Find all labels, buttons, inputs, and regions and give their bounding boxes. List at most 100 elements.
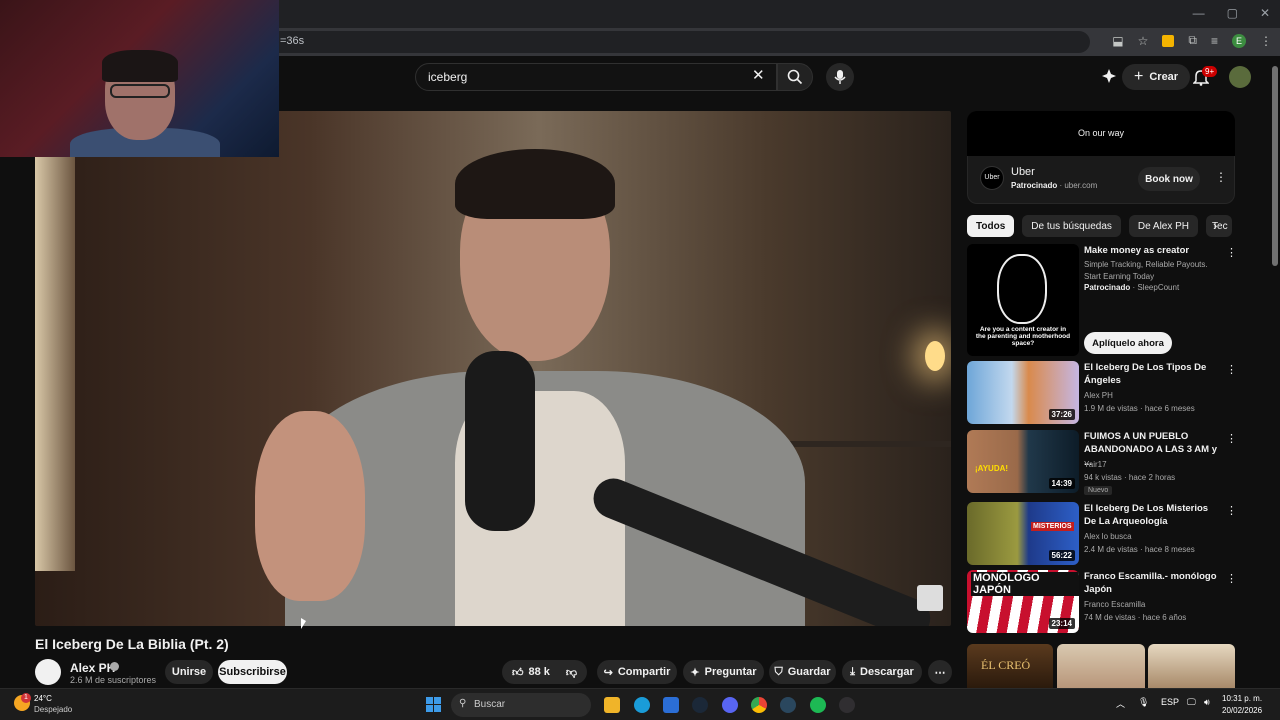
more-horizontal-icon: ⋯ [934, 666, 946, 679]
more-vert-icon[interactable]: ⋮ [1226, 504, 1237, 517]
new-badge: Nuevo [1084, 486, 1113, 495]
duration-badge: 23:14 [1048, 618, 1075, 629]
system-clock[interactable]: 10:31 p. m. 20/02/2026 [1222, 693, 1262, 717]
rec-channel[interactable]: Alex lo busca [1084, 532, 1132, 541]
webcam-hair [102, 50, 178, 82]
extensions-puzzle-icon[interactable]: ⧉ [1188, 33, 1197, 48]
discord-icon[interactable] [722, 697, 738, 713]
scrollbar-thumb[interactable] [1272, 66, 1278, 266]
weather-temperature[interactable]: 24°C [34, 694, 52, 703]
language-indicator[interactable]: ESP [1161, 697, 1179, 707]
tray-chevron-icon[interactable]: ︿ [1116, 697, 1125, 710]
video-player[interactable] [35, 111, 951, 626]
ad-more-icon[interactable]: ⋮ [1215, 170, 1227, 184]
store-icon[interactable] [663, 697, 679, 713]
account-avatar[interactable] [1229, 66, 1251, 88]
channel-avatar[interactable] [35, 659, 61, 685]
more-actions-button[interactable]: ⋯ [928, 660, 952, 684]
bookmark-star-icon[interactable]: ☆ [1138, 34, 1149, 48]
join-button[interactable]: Unirse [165, 660, 213, 684]
partial-recommendation-row[interactable]: ÉL CREÓ [967, 644, 1237, 688]
video-thumbnail[interactable]: 37:26 [967, 361, 1079, 424]
download-button[interactable]: ⤓ Descargar [842, 660, 922, 684]
more-vert-icon[interactable]: ⋮ [1226, 572, 1237, 585]
file-explorer-icon[interactable] [604, 697, 620, 713]
more-vert-icon[interactable]: ⋮ [1226, 363, 1237, 376]
browser-menu-icon[interactable]: ⋮ [1260, 34, 1272, 48]
list-item[interactable]: MISTERIOS 56:22 El Iceberg De Los Mister… [967, 502, 1237, 566]
edge-icon[interactable] [634, 697, 650, 713]
subscribe-button[interactable]: Subscribirse [218, 660, 287, 684]
rec-channel[interactable]: Yair17 [1084, 460, 1107, 469]
minimize-icon[interactable]: — [1193, 6, 1205, 20]
video-thumbnail[interactable] [1057, 644, 1145, 688]
microphone-tray-icon[interactable]: 🎙︎ [1138, 697, 1149, 708]
search-input[interactable]: iceberg [415, 63, 777, 91]
list-item[interactable]: 37:26 El Iceberg De Los Tipos De Ángeles… [967, 361, 1237, 425]
volume-icon[interactable]: 🔊︎ [1204, 697, 1210, 708]
media-control-icon[interactable]: ≡ [1211, 34, 1218, 48]
video-thumbnail[interactable]: ¡AYUDA! 14:39 [967, 430, 1079, 493]
thumb-text: MISTERIOS [1031, 522, 1074, 531]
obs-icon[interactable] [839, 697, 855, 713]
rec-channel[interactable]: Franco Escamilla [1084, 600, 1145, 609]
install-app-icon[interactable]: ⬓ [1112, 34, 1123, 48]
taskbar-search[interactable]: ⚲ Buscar [451, 693, 591, 717]
windows-start-icon[interactable] [426, 697, 441, 712]
like-button[interactable]: 👍︎ 88 k [512, 666, 550, 679]
rec-title[interactable]: Franco Escamilla.- monólogo Japón [1084, 570, 1219, 596]
dislike-button[interactable]: 👎︎ [566, 666, 577, 679]
search-button[interactable] [777, 63, 813, 91]
voice-search-button[interactable] [826, 63, 854, 91]
sparkle-icon[interactable] [1101, 68, 1117, 84]
video-thumbnail[interactable]: MONÓLOGO JAPÓN 23:14 [967, 570, 1079, 633]
ad-cta-button[interactable]: Book now [1138, 167, 1200, 191]
video-thumbnail[interactable] [1148, 644, 1235, 688]
close-icon[interactable]: ✕ [1260, 6, 1270, 20]
webcam-overlay [0, 0, 279, 157]
search-icon [787, 69, 803, 85]
create-button[interactable]: + Crear [1122, 64, 1191, 90]
rec-title[interactable]: El Iceberg De Los Misterios De La Arqueo… [1084, 502, 1219, 528]
list-item[interactable]: ¡AYUDA! 14:39 FUIMOS A UN PUEBLO ABANDON… [967, 430, 1237, 495]
chevron-right-icon[interactable]: › [1213, 218, 1217, 233]
filter-chips: Todos De tus búsquedas De Alex PH Tec [967, 215, 1233, 237]
ad-rec-thumbnail[interactable]: Are you a content creator in the parenti… [967, 244, 1079, 356]
steam-icon[interactable] [692, 697, 708, 713]
ad-banner[interactable]: On our way [967, 111, 1235, 156]
chip-tech[interactable]: Tec [1206, 215, 1233, 237]
rec-meta: 1.9 M de vistas · hace 6 meses [1084, 404, 1195, 413]
steam-alt-icon[interactable] [780, 697, 796, 713]
clear-search-icon[interactable]: ✕ [752, 66, 765, 84]
chip-all[interactable]: Todos [967, 215, 1015, 237]
more-vert-icon[interactable]: ⋮ [1226, 432, 1237, 445]
more-vert-icon[interactable]: ⋮ [1226, 246, 1237, 259]
maximize-icon[interactable]: ▢ [1227, 6, 1238, 20]
ask-button[interactable]: ✦ Preguntar [683, 660, 764, 684]
chip-from-searches[interactable]: De tus búsquedas [1022, 215, 1121, 237]
chip-from-channel[interactable]: De Alex PH [1128, 215, 1199, 237]
sparkle-icon: ✦ [690, 666, 700, 679]
video-thumbnail[interactable]: ÉL CREÓ [967, 644, 1053, 688]
rec-channel[interactable]: Alex PH [1084, 391, 1113, 400]
ad-card[interactable]: Uber Uber Patrocinado · uber.com Book no… [967, 156, 1235, 204]
share-button[interactable]: ↪ Compartir [597, 660, 677, 684]
profile-avatar[interactable]: E [1232, 33, 1246, 48]
ad-rec-thumb-caption: Are you a content creator in the parenti… [975, 326, 1071, 347]
video-thumbnail[interactable]: MISTERIOS 56:22 [967, 502, 1079, 565]
rec-title[interactable]: El Iceberg De Los Tipos De Ángeles [1084, 361, 1219, 387]
spotify-icon[interactable] [810, 697, 826, 713]
list-item[interactable]: MONÓLOGO JAPÓN 23:14 Franco Escamilla.- … [967, 570, 1237, 634]
verified-badge-icon [110, 662, 119, 671]
channel-name[interactable]: Alex PH [70, 661, 115, 675]
thumbs-down-icon: 👎︎ [565, 666, 577, 679]
channel-watermark-icon[interactable] [917, 585, 943, 611]
ad-rec-title[interactable]: Make money as creator [1084, 245, 1189, 256]
apply-now-button[interactable]: Aplíquelo ahora [1084, 332, 1172, 354]
extension-icon[interactable] [1162, 34, 1175, 47]
page-scrollbar[interactable] [1270, 56, 1280, 688]
sponsored-recommendation[interactable]: Are you a content creator in the parenti… [967, 244, 1237, 356]
save-button[interactable]: ⛉ Guardar [769, 660, 836, 684]
chrome-icon[interactable] [751, 697, 767, 713]
network-icon[interactable]: 🖵︎ [1187, 697, 1196, 708]
